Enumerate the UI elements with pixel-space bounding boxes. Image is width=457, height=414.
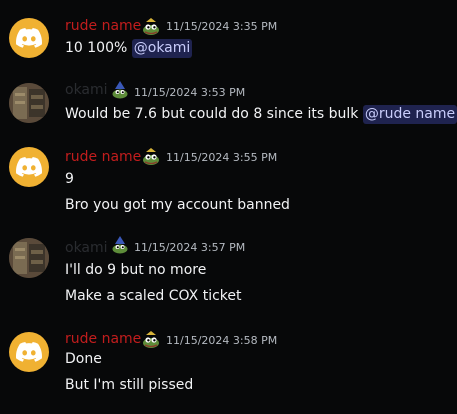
user-mention[interactable]: @okami: [131, 39, 193, 58]
username[interactable]: rude name: [65, 17, 141, 35]
profile-photo-icon: [9, 238, 49, 278]
avatar[interactable]: [9, 238, 49, 278]
avatar[interactable]: [9, 83, 49, 123]
message-group: rude name 11/15/2024 3:58 PM Done But I'…: [0, 320, 457, 414]
pepe-badge-icon: [141, 18, 161, 36]
pepe-badge-icon: [141, 331, 161, 349]
avatar[interactable]: [9, 332, 49, 372]
user-mention[interactable]: @rude name: [362, 105, 457, 124]
message-content: Done: [65, 351, 102, 367]
discord-logo-icon: [16, 28, 42, 48]
username[interactable]: okami: [65, 239, 108, 257]
pepe-badge-icon: [141, 148, 161, 166]
discord-logo-icon: [16, 157, 42, 177]
message-group: rude name 11/15/2024 3:55 PM 9 Bro you g…: [0, 135, 457, 225]
username[interactable]: rude name: [65, 148, 141, 166]
message-text: 10 100%: [65, 40, 132, 56]
chat-message-list: rude name 11/15/2024 3:35 PM 10 100% @ok…: [0, 0, 457, 414]
message-content: But I'm still pissed: [65, 377, 194, 393]
avatar[interactable]: [9, 147, 49, 187]
message-content: Bro you got my account banned: [65, 197, 290, 213]
discord-logo-icon: [16, 342, 42, 362]
message-content: I'll do 9 but no more: [65, 262, 207, 278]
timestamp: 11/15/2024 3:53 PM: [134, 86, 246, 99]
message-group: rude name 11/15/2024 3:35 PM 10 100% @ok…: [0, 0, 457, 70]
message-group: okami 11/15/2024 3:57 PM I'll do 9 but n…: [0, 225, 457, 320]
timestamp: 11/15/2024 3:57 PM: [134, 241, 246, 254]
timestamp: 11/15/2024 3:58 PM: [166, 334, 278, 347]
message-group: okami 11/15/2024 3:53 PM Would be 7.6 bu…: [0, 70, 457, 135]
message-content: Would be 7.6 but could do 8 since its bu…: [65, 104, 457, 124]
profile-photo-icon: [9, 83, 49, 123]
message-text: Would be 7.6 but could do 8 since its bu…: [65, 106, 363, 122]
avatar[interactable]: [9, 18, 49, 58]
pepe-wizard-badge-icon: [110, 236, 130, 254]
timestamp: 11/15/2024 3:55 PM: [166, 151, 278, 164]
message-content: Make a scaled COX ticket: [65, 288, 242, 304]
timestamp: 11/15/2024 3:35 PM: [166, 20, 278, 33]
username[interactable]: rude name: [65, 330, 141, 348]
username[interactable]: okami: [65, 81, 108, 99]
message-content: 9: [65, 171, 74, 187]
message-content: 10 100% @okami: [65, 38, 193, 58]
pepe-wizard-badge-icon: [110, 81, 130, 99]
